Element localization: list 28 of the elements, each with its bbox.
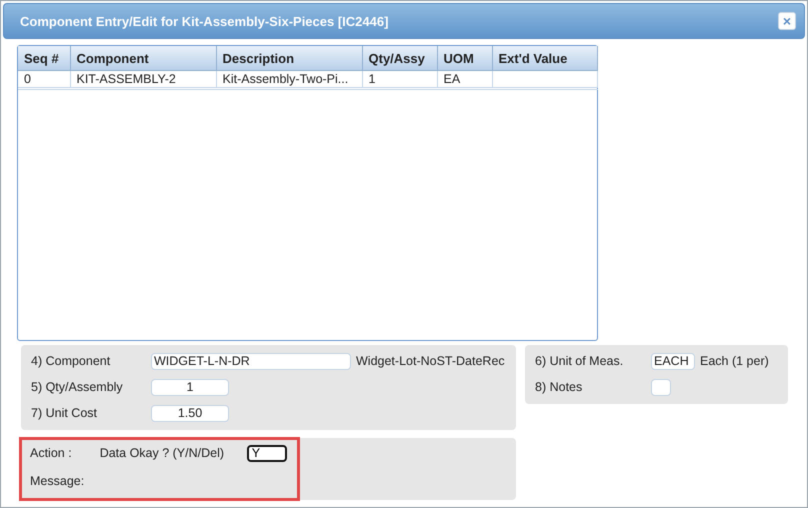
table-cell: 1 [362, 70, 437, 88]
message-label: Message: [30, 474, 84, 488]
field-label: 6) Unit of Meas. [535, 354, 624, 368]
action-label: Action : [30, 446, 72, 460]
table-cell: KIT-ASSEMBLY-2 [70, 70, 216, 88]
prompt-label: Data Okay ? (Y/N/Del) [100, 446, 226, 460]
input-field[interactable]: 1.50 [151, 404, 229, 422]
field-label: 5) Qty/Assembly [31, 380, 124, 394]
field-label: 7) Unit Cost [31, 406, 98, 420]
column-header[interactable]: UOM [437, 46, 492, 70]
input-field[interactable]: EACH [651, 352, 695, 370]
table-cell: Kit-Assembly-Two-Pi... [216, 70, 362, 88]
field-description: Each (1 per) [700, 354, 769, 368]
field-label: 4) Component [31, 354, 112, 368]
field-description: Widget-Lot-NoST-DateRec [356, 354, 505, 368]
input-field[interactable]: 1 [151, 378, 229, 396]
table-cell: EA [437, 70, 492, 88]
input-field[interactable]: WIDGET-L-N-DR [151, 352, 351, 370]
column-header[interactable]: Seq # [18, 46, 70, 70]
column-header[interactable]: Component [70, 46, 216, 70]
column-header[interactable]: Ext'd Value [492, 46, 597, 70]
field-label: 8) Notes [535, 380, 584, 394]
column-header[interactable]: Description [216, 46, 362, 70]
table-cell: 0 [18, 70, 70, 88]
input-field[interactable]: Y [246, 444, 287, 462]
column-header[interactable]: Qty/Assy [362, 46, 437, 70]
window-title: Component Entry/Edit for Kit-Assembly-Six-Pieces [IC2446] [20, 14, 390, 28]
input-field[interactable] [651, 378, 671, 396]
